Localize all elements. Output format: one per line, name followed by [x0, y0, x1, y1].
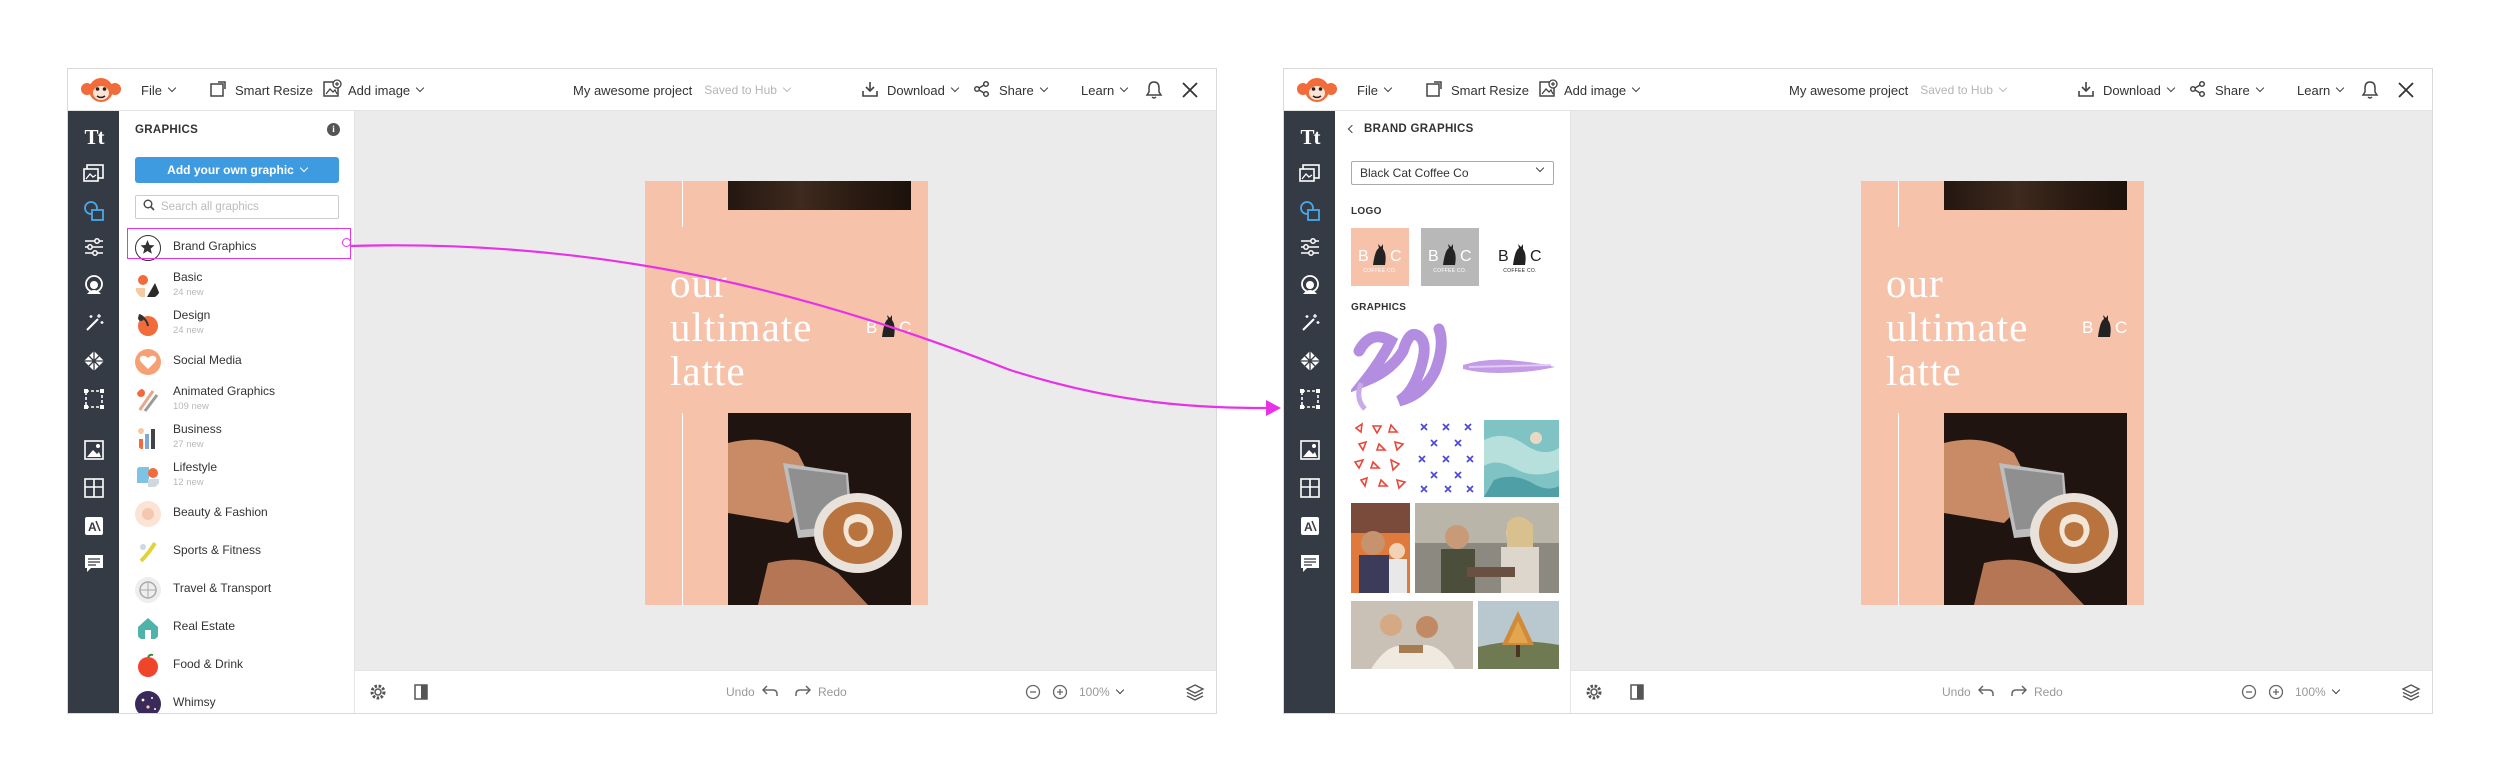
annotation-arrow: [349, 244, 1281, 416]
